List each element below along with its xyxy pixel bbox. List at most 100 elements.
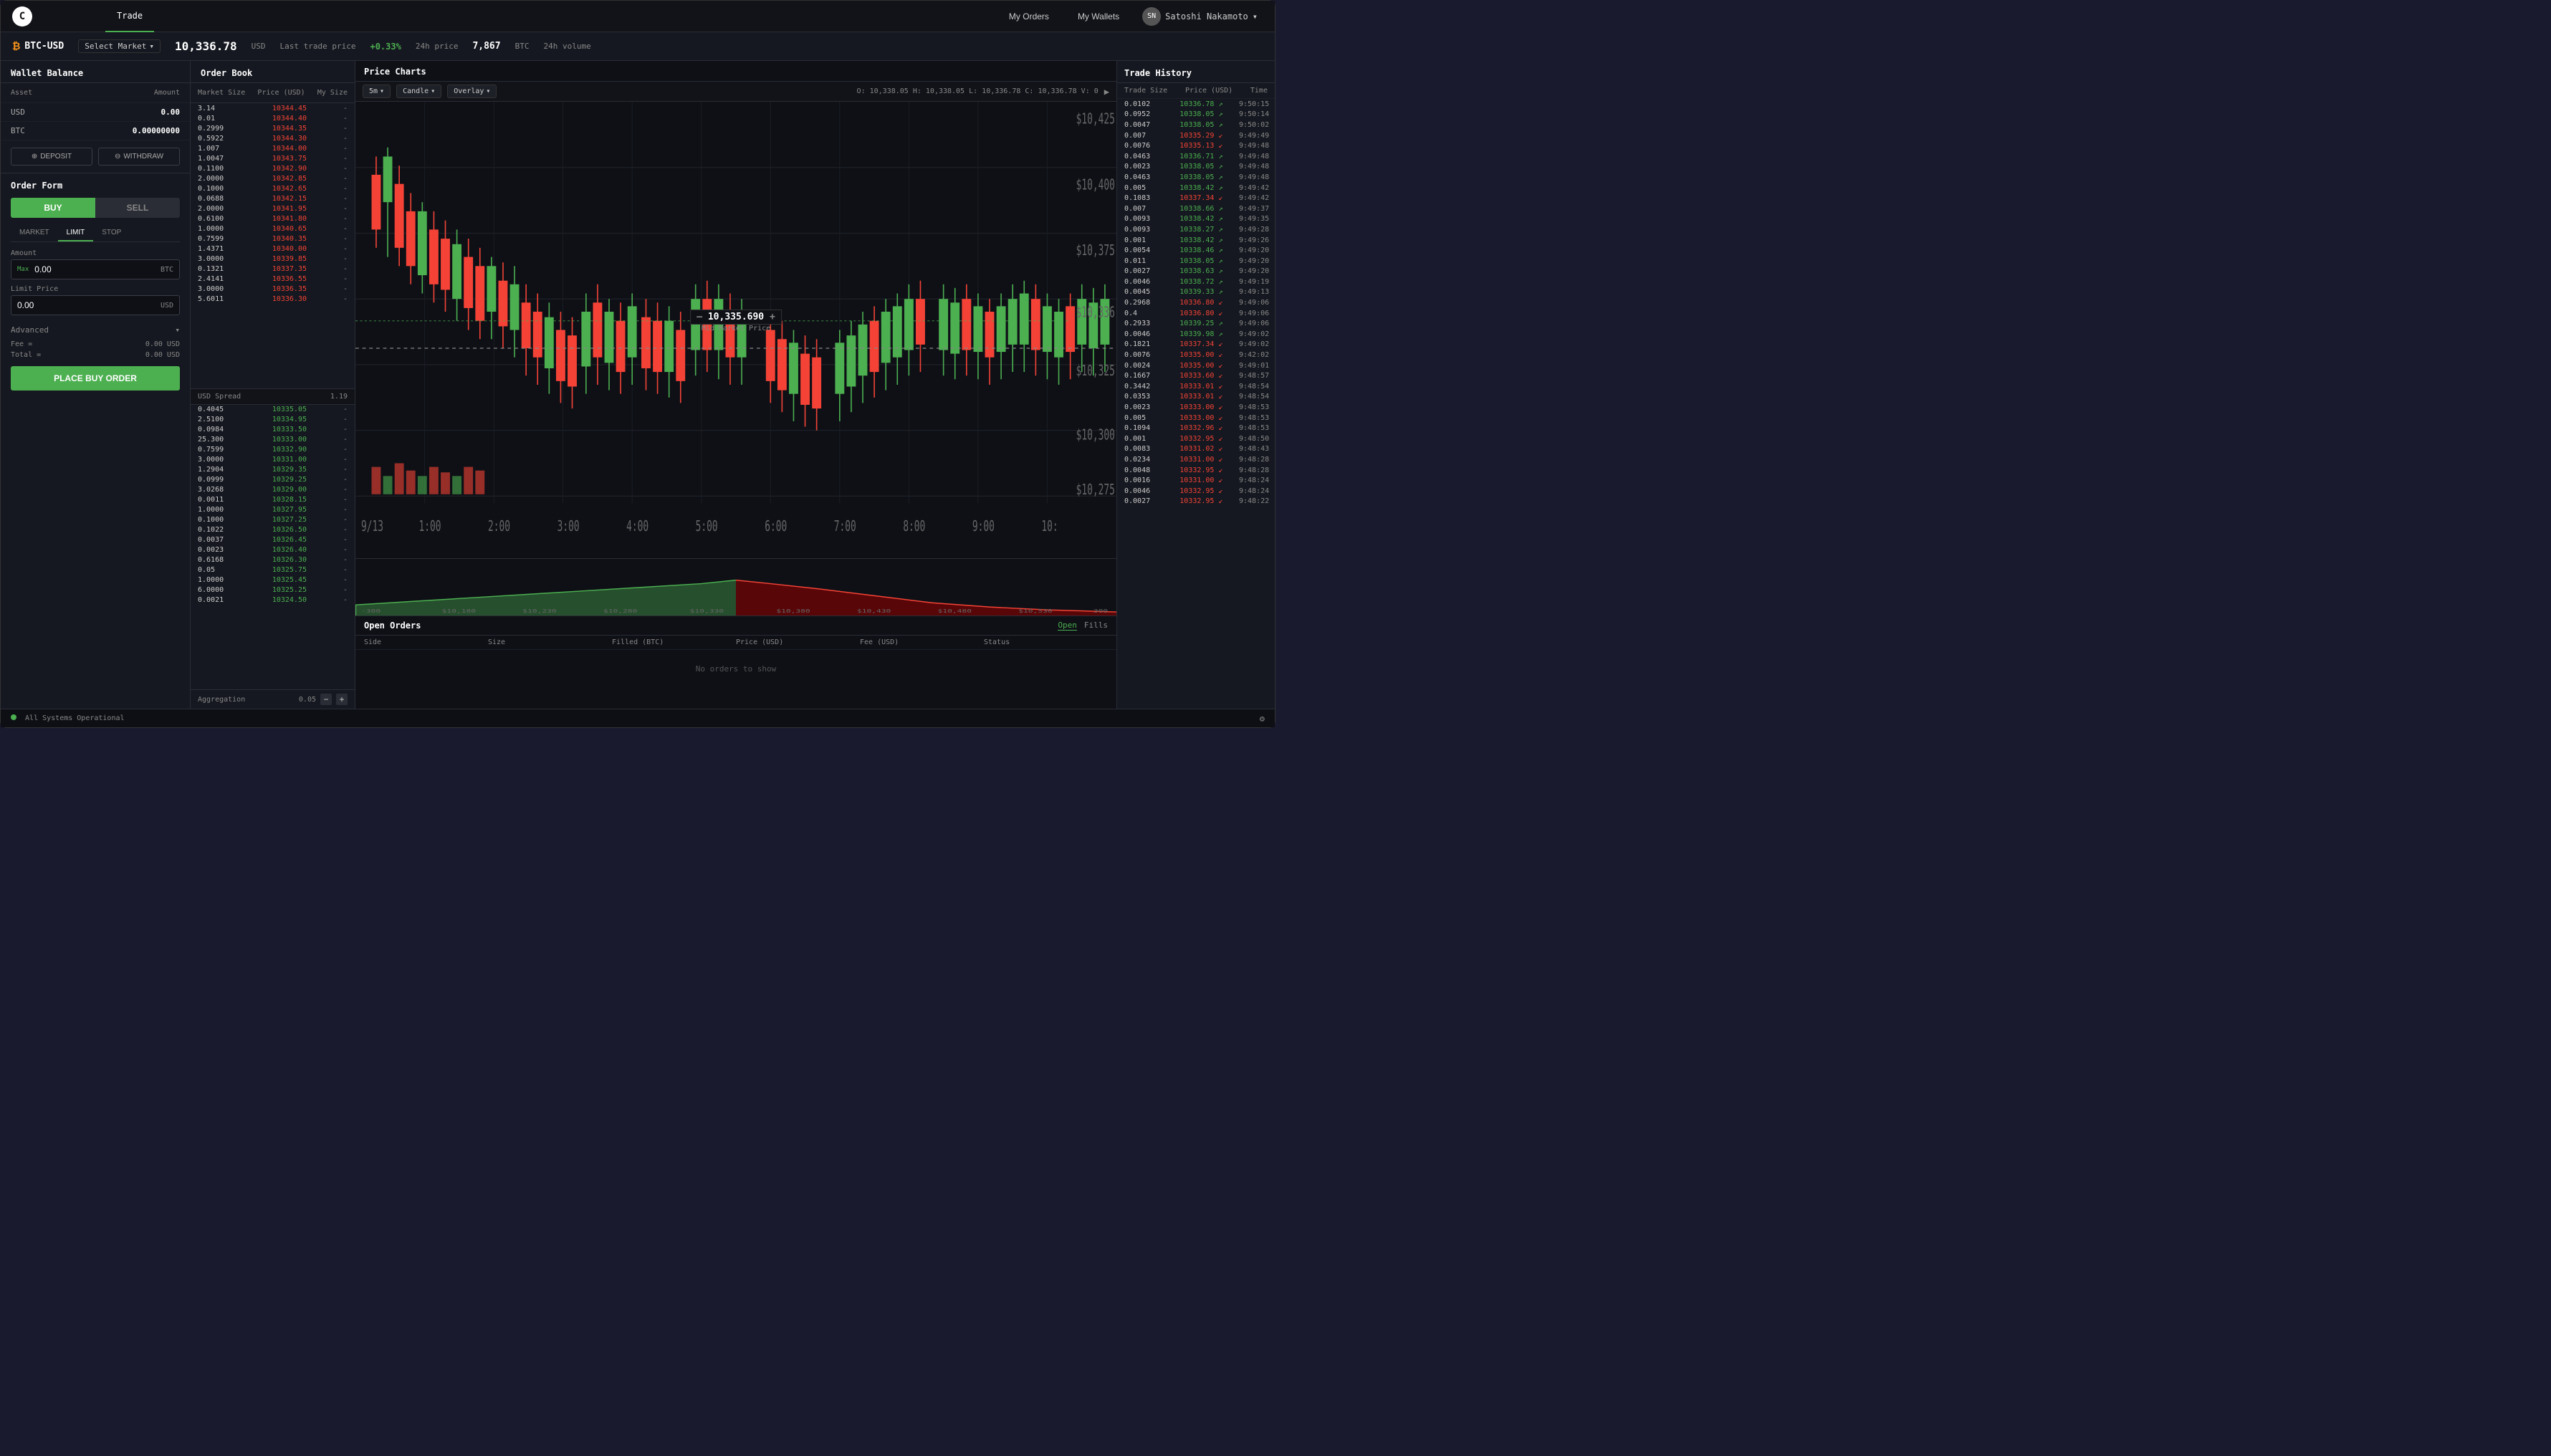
chart-expand-icon[interactable]: ▶ bbox=[1104, 87, 1109, 97]
svg-text:9/13: 9/13 bbox=[361, 518, 383, 535]
order-book-bid-row[interactable]: 0.003710326.45- bbox=[191, 535, 355, 545]
order-book-ask-row[interactable]: 1.004710343.75- bbox=[191, 153, 355, 163]
withdraw-button[interactable]: ⊖ WITHDRAW bbox=[98, 148, 180, 166]
order-book-ask-row[interactable]: 3.000010339.85- bbox=[191, 254, 355, 264]
gear-icon[interactable]: ⚙ bbox=[1260, 714, 1265, 724]
trade-history-row: 0.007610335.00 ↙9:42:02 bbox=[1117, 350, 1275, 360]
chevron-down-icon: ▾ bbox=[380, 87, 384, 95]
app-logo[interactable]: C bbox=[12, 6, 32, 27]
limit-order-tab[interactable]: LIMIT bbox=[58, 225, 94, 241]
order-book-bid-row[interactable]: 0.404510335.05- bbox=[191, 405, 355, 415]
trade-history-row: 0.00510338.42 ↗9:49:42 bbox=[1117, 183, 1275, 193]
trade-history-row: 0.004810332.95 ↙9:48:28 bbox=[1117, 465, 1275, 476]
order-book-bid-row[interactable]: 0.001110328.15- bbox=[191, 495, 355, 505]
order-book-ask-row[interactable]: 2.000010341.95- bbox=[191, 203, 355, 214]
order-book-ask-row[interactable]: 0.100010342.65- bbox=[191, 183, 355, 193]
limit-price-input[interactable] bbox=[11, 296, 161, 315]
trade-history-row: 0.009310338.42 ↗9:49:35 bbox=[1117, 214, 1275, 225]
svg-text:$10,280: $10,280 bbox=[603, 608, 638, 614]
order-book-bid-row[interactable]: 0.002110324.50- bbox=[191, 595, 355, 605]
order-book-ask-row[interactable]: 0.0110344.40- bbox=[191, 113, 355, 123]
order-book-ask-row[interactable]: 1.00710344.00- bbox=[191, 143, 355, 153]
my-wallets-button[interactable]: My Wallets bbox=[1066, 7, 1131, 26]
order-book-bid-row[interactable]: 6.000010325.25- bbox=[191, 585, 355, 595]
order-book-ask-row[interactable]: 3.000010336.35- bbox=[191, 284, 355, 294]
order-book-bid-row[interactable]: 0.098410333.50- bbox=[191, 425, 355, 435]
order-book-bid-row[interactable]: 1.000010327.95- bbox=[191, 505, 355, 515]
order-book-ask-row[interactable]: 0.132110337.35- bbox=[191, 264, 355, 274]
order-book-bid-row[interactable]: 0.002310326.40- bbox=[191, 545, 355, 555]
order-book-bid-row[interactable]: 0.616810326.30- bbox=[191, 555, 355, 565]
trade-history-row: 0.010210336.78 ↗9:50:15 bbox=[1117, 99, 1275, 110]
wallet-asset-header: Asset bbox=[11, 89, 32, 97]
trade-history-row: 0.00110338.42 ↗9:49:26 bbox=[1117, 235, 1275, 246]
place-order-button[interactable]: PLACE BUY ORDER bbox=[11, 366, 180, 391]
order-book-ask-row[interactable]: 0.759910340.35- bbox=[191, 234, 355, 244]
aggregation-plus-button[interactable]: + bbox=[336, 694, 348, 705]
order-book-bid-row[interactable]: 3.026810329.00- bbox=[191, 485, 355, 495]
trade-history-row: 0.00710335.29 ↙9:49:49 bbox=[1117, 130, 1275, 141]
aggregation-minus-button[interactable]: − bbox=[320, 694, 332, 705]
my-orders-button[interactable]: My Orders bbox=[997, 7, 1061, 26]
max-button[interactable]: Max bbox=[11, 266, 29, 273]
order-book-ask-row[interactable]: 2.414110336.55- bbox=[191, 274, 355, 284]
order-book-ask-row[interactable]: 2.000010342.85- bbox=[191, 173, 355, 183]
oo-col-fee: Fee (USD) bbox=[860, 638, 984, 646]
order-book-bid-row[interactable]: 2.510010334.95- bbox=[191, 415, 355, 425]
charts-panel: Price Charts 5m ▾ Candle ▾ Overlay ▾ O: … bbox=[355, 61, 1117, 709]
open-orders-tabs: Open Fills bbox=[1058, 621, 1108, 631]
order-book-bid-row[interactable]: 25.30010333.00- bbox=[191, 435, 355, 445]
order-book-ask-row[interactable]: 0.592210344.30- bbox=[191, 133, 355, 143]
order-book-ask-row[interactable]: 0.299910344.35- bbox=[191, 123, 355, 133]
order-book-bid-row[interactable]: 0.102210326.50- bbox=[191, 525, 355, 535]
trade-history-row: 0.166710333.60 ↙9:48:57 bbox=[1117, 370, 1275, 381]
order-book-ask-row[interactable]: 1.437110340.00- bbox=[191, 244, 355, 254]
order-book-bid-row[interactable]: 3.000010331.00- bbox=[191, 455, 355, 465]
price-charts-title: Price Charts bbox=[355, 61, 1116, 82]
nav-tab-trade[interactable]: Trade bbox=[105, 1, 154, 32]
circle-plus-icon: ⊕ bbox=[32, 153, 37, 161]
market-order-tab[interactable]: MARKET bbox=[11, 225, 58, 241]
wallet-actions: ⊕ DEPOSIT ⊖ WITHDRAW bbox=[1, 140, 190, 173]
select-market-dropdown[interactable]: Select Market ▾ bbox=[78, 39, 161, 53]
buy-sell-tabs: BUY SELL bbox=[11, 198, 180, 218]
volume-currency: BTC bbox=[515, 42, 530, 51]
order-book-ask-row[interactable]: 5.601110336.30- bbox=[191, 294, 355, 304]
timeframe-dropdown[interactable]: 5m ▾ bbox=[363, 85, 391, 98]
order-book-ask-row[interactable]: 3.1410344.45- bbox=[191, 103, 355, 113]
trade-history-header: Trade Size Price (USD) Time bbox=[1117, 83, 1275, 99]
fills-tab[interactable]: Fills bbox=[1084, 621, 1108, 631]
order-book-aggregation: Aggregation 0.05 − + bbox=[191, 689, 355, 709]
trade-history-row: 0.004610339.98 ↗9:49:02 bbox=[1117, 329, 1275, 340]
total-row: Total = 0.00 USD bbox=[11, 350, 180, 360]
trade-history-title: Trade History bbox=[1117, 61, 1275, 83]
order-book-bid-row[interactable]: 0.759910332.90- bbox=[191, 445, 355, 455]
advanced-toggle[interactable]: Advanced ▾ bbox=[11, 321, 180, 339]
circle-minus-icon: ⊖ bbox=[115, 153, 120, 161]
order-book-bid-row[interactable]: 1.290410329.35- bbox=[191, 465, 355, 475]
overlay-dropdown[interactable]: Overlay ▾ bbox=[447, 85, 497, 98]
open-tab[interactable]: Open bbox=[1058, 621, 1077, 631]
wallet-row-btc: BTC 0.00000000 bbox=[1, 122, 190, 140]
buy-tab[interactable]: BUY bbox=[11, 198, 95, 218]
order-book-spread: USD Spread 1.19 bbox=[191, 388, 355, 405]
order-book-bid-row[interactable]: 0.099910329.25- bbox=[191, 475, 355, 485]
order-book-ask-row[interactable]: 0.110010342.90- bbox=[191, 163, 355, 173]
svg-text:10:: 10: bbox=[1041, 518, 1058, 535]
order-book-ask-row[interactable]: 0.610010341.80- bbox=[191, 214, 355, 224]
order-book-bid-row[interactable]: 0.0510325.75- bbox=[191, 565, 355, 575]
trade-history-row: 0.046310336.71 ↗9:49:48 bbox=[1117, 151, 1275, 162]
order-book-bid-row[interactable]: 1.000010325.45- bbox=[191, 575, 355, 585]
chart-type-dropdown[interactable]: Candle ▾ bbox=[396, 85, 441, 98]
user-menu[interactable]: SN Satoshi Nakamoto ▾ bbox=[1136, 4, 1263, 29]
trade-history-row: 0.344210333.01 ↙9:48:54 bbox=[1117, 381, 1275, 392]
svg-text:8:00: 8:00 bbox=[903, 518, 925, 535]
sell-tab[interactable]: SELL bbox=[95, 198, 180, 218]
amount-input[interactable] bbox=[29, 260, 161, 279]
order-book-ask-row[interactable]: 1.000010340.65- bbox=[191, 224, 355, 234]
order-book-ask-row[interactable]: 0.068810342.15- bbox=[191, 193, 355, 203]
wallet-amount-usd: 0.00 bbox=[161, 107, 181, 117]
stop-order-tab[interactable]: STOP bbox=[93, 225, 130, 241]
order-book-bid-row[interactable]: 0.100010327.25- bbox=[191, 515, 355, 525]
deposit-button[interactable]: ⊕ DEPOSIT bbox=[11, 148, 92, 166]
